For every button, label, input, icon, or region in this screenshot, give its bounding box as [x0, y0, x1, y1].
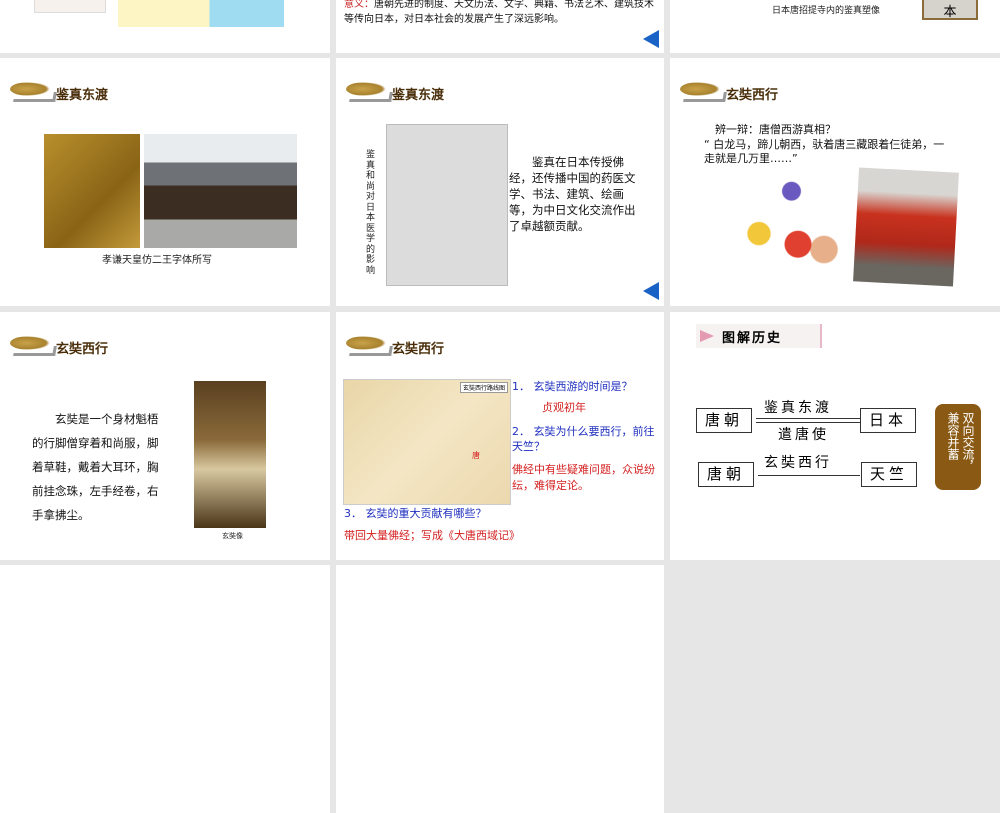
back-arrow-icon[interactable] [643, 30, 659, 48]
xuanzang-portrait-image [194, 381, 266, 528]
box-japan: 日本 [860, 408, 916, 433]
meaning-body: 唐朝先进的制度、天文历法、文字、典籍、书法艺术、建筑技术等传向日本，对日本社会的… [344, 0, 654, 25]
answer-3: 带回大量佛经；写成《大唐西域记》 [344, 529, 520, 542]
section-title: 图解历史 [722, 331, 783, 346]
arrow-label-xuanzang: 玄奘西行 [764, 455, 832, 471]
slide-thumbnail-6[interactable]: 玄奘西行 辨一辩：唐僧西游真相？ “ 白龙马，蹄儿朝西，驮着唐三藏跟着仨徒弟，一… [670, 58, 1000, 306]
caption: 玄奘像 [222, 532, 243, 540]
seal-image [34, 0, 106, 13]
body-text: 鉴真在日本传授佛经，还传播中国的药医文学、书法、建筑、绘画等，为中日文化交流作出… [509, 155, 636, 233]
text-box: 本 [922, 0, 978, 20]
answer-2: 佛经中有些疑难问题，众说纷纭，难得定论。 [512, 463, 655, 492]
calligraphy-plaque-image [44, 134, 140, 248]
caption: 孝谦天皇仿二王字体所写 [102, 255, 212, 266]
caption: 日本唐招提寺内的鉴真塑像 [772, 6, 881, 16]
slide-thumbnail-8[interactable]: 玄奘西行 玄奘西行路线图 唐 1． 玄奘西游的时间是？ 贞观初年 2． 玄奘为什… [336, 312, 664, 560]
tv-series-photo [853, 167, 959, 287]
map-title: 玄奘西行路线图 [459, 382, 508, 393]
slide-header: 鉴真东渡 [346, 78, 496, 106]
slide-title: 鉴真东渡 [392, 88, 445, 103]
slide-title: 鉴真东渡 [56, 88, 109, 103]
slide-thumbnail-3[interactable]: 日本唐招提寺内的鉴真塑像 本 [670, 0, 1000, 53]
quote-text: “ 白龙马，蹄儿朝西，驮着唐三藏跟着仨徒弟，一走就是几万里……” [704, 138, 945, 165]
arrow-left [756, 422, 860, 423]
slide-title: 玄奘西行 [726, 88, 779, 103]
slide-header: 鉴真东渡 [10, 78, 160, 106]
map-label-tang: 唐 [472, 451, 480, 460]
slide-title: 玄奘西行 [392, 342, 445, 357]
body-text: 玄奘是一个身材魁梧的行脚僧穿着和尚服，脚着草鞋，戴着大耳环，胸前挂念珠，左手经卷… [32, 412, 159, 522]
answer-1: 贞观初年 [542, 401, 586, 414]
arrow-right-2 [758, 475, 860, 476]
slide-thumbnail-10[interactable] [0, 565, 330, 813]
slide-thumbnail-11[interactable] [336, 565, 664, 813]
back-arrow-icon[interactable] [643, 282, 659, 300]
slide-header: 玄奘西行 [10, 332, 160, 360]
question-1: 1． 玄奘西游的时间是？ [512, 380, 633, 393]
play-triangle-icon [700, 330, 714, 342]
prompt-text: 辨一辩：唐僧西游真相？ [715, 123, 836, 136]
arrow-label-envoys: 遣唐使 [778, 427, 829, 443]
box-india: 天竺 [861, 462, 917, 487]
slide-thumbnail-1[interactable] [0, 0, 330, 53]
slide-thumbnail-4[interactable]: 鉴真东渡 孝谦天皇仿二王字体所写 [0, 58, 330, 306]
route-map-image: 玄奘西行路线图 唐 [343, 379, 511, 505]
box-tang-2: 唐朝 [698, 462, 754, 487]
section-header: 图解历史 [696, 324, 822, 348]
slide-thumbnail-2[interactable]: 意义：唐朝先进的制度、天文历法、文字、典籍、书法艺术、建筑技术等传向日本，对日本… [336, 0, 664, 53]
meaning-label: 意义： [344, 0, 374, 10]
slide-header: 玄奘西行 [346, 332, 496, 360]
summary-badge: 双向交流，兼容并蓄 [935, 404, 981, 490]
medicine-calligraphy-image [386, 124, 508, 286]
cartoon-pilgrims-image [720, 170, 850, 276]
slide-thumbnail-5[interactable]: 鉴真东渡 鉴真和尚对日本医学的影响 鉴真在日本传授佛经，还传播中国的药医文学、书… [336, 58, 664, 306]
map-image [118, 0, 284, 27]
question-2: 2． 玄奘为什么要西行，前往天竺？ [512, 425, 655, 453]
slide-header: 玄奘西行 [680, 78, 830, 106]
question-3: 3． 玄奘的重大贡献有哪些？ [344, 507, 487, 520]
slide-title: 玄奘西行 [56, 342, 109, 357]
slide-thumbnail-9[interactable]: 图解历史 唐朝 鉴真东渡 遣唐使 日本 唐朝 玄奘西行 天竺 双向交流，兼容并蓄 [670, 312, 1000, 560]
arrow-right [756, 418, 860, 419]
meaning-text: 意义：唐朝先进的制度、天文历法、文字、典籍、书法艺术、建筑技术等传向日本，对日本… [344, 0, 662, 27]
arrow-label-jianzhen: 鉴真东渡 [764, 400, 832, 416]
box-tang-1: 唐朝 [696, 408, 752, 433]
slide-thumbnail-7[interactable]: 玄奘西行 玄奘是一个身材魁梧的行脚僧穿着和尚服，脚着草鞋，戴着大耳环，胸前挂念珠… [0, 312, 330, 560]
vertical-caption: 鉴真和尚对日本医学的影响 [366, 150, 376, 276]
temple-image [144, 134, 297, 248]
